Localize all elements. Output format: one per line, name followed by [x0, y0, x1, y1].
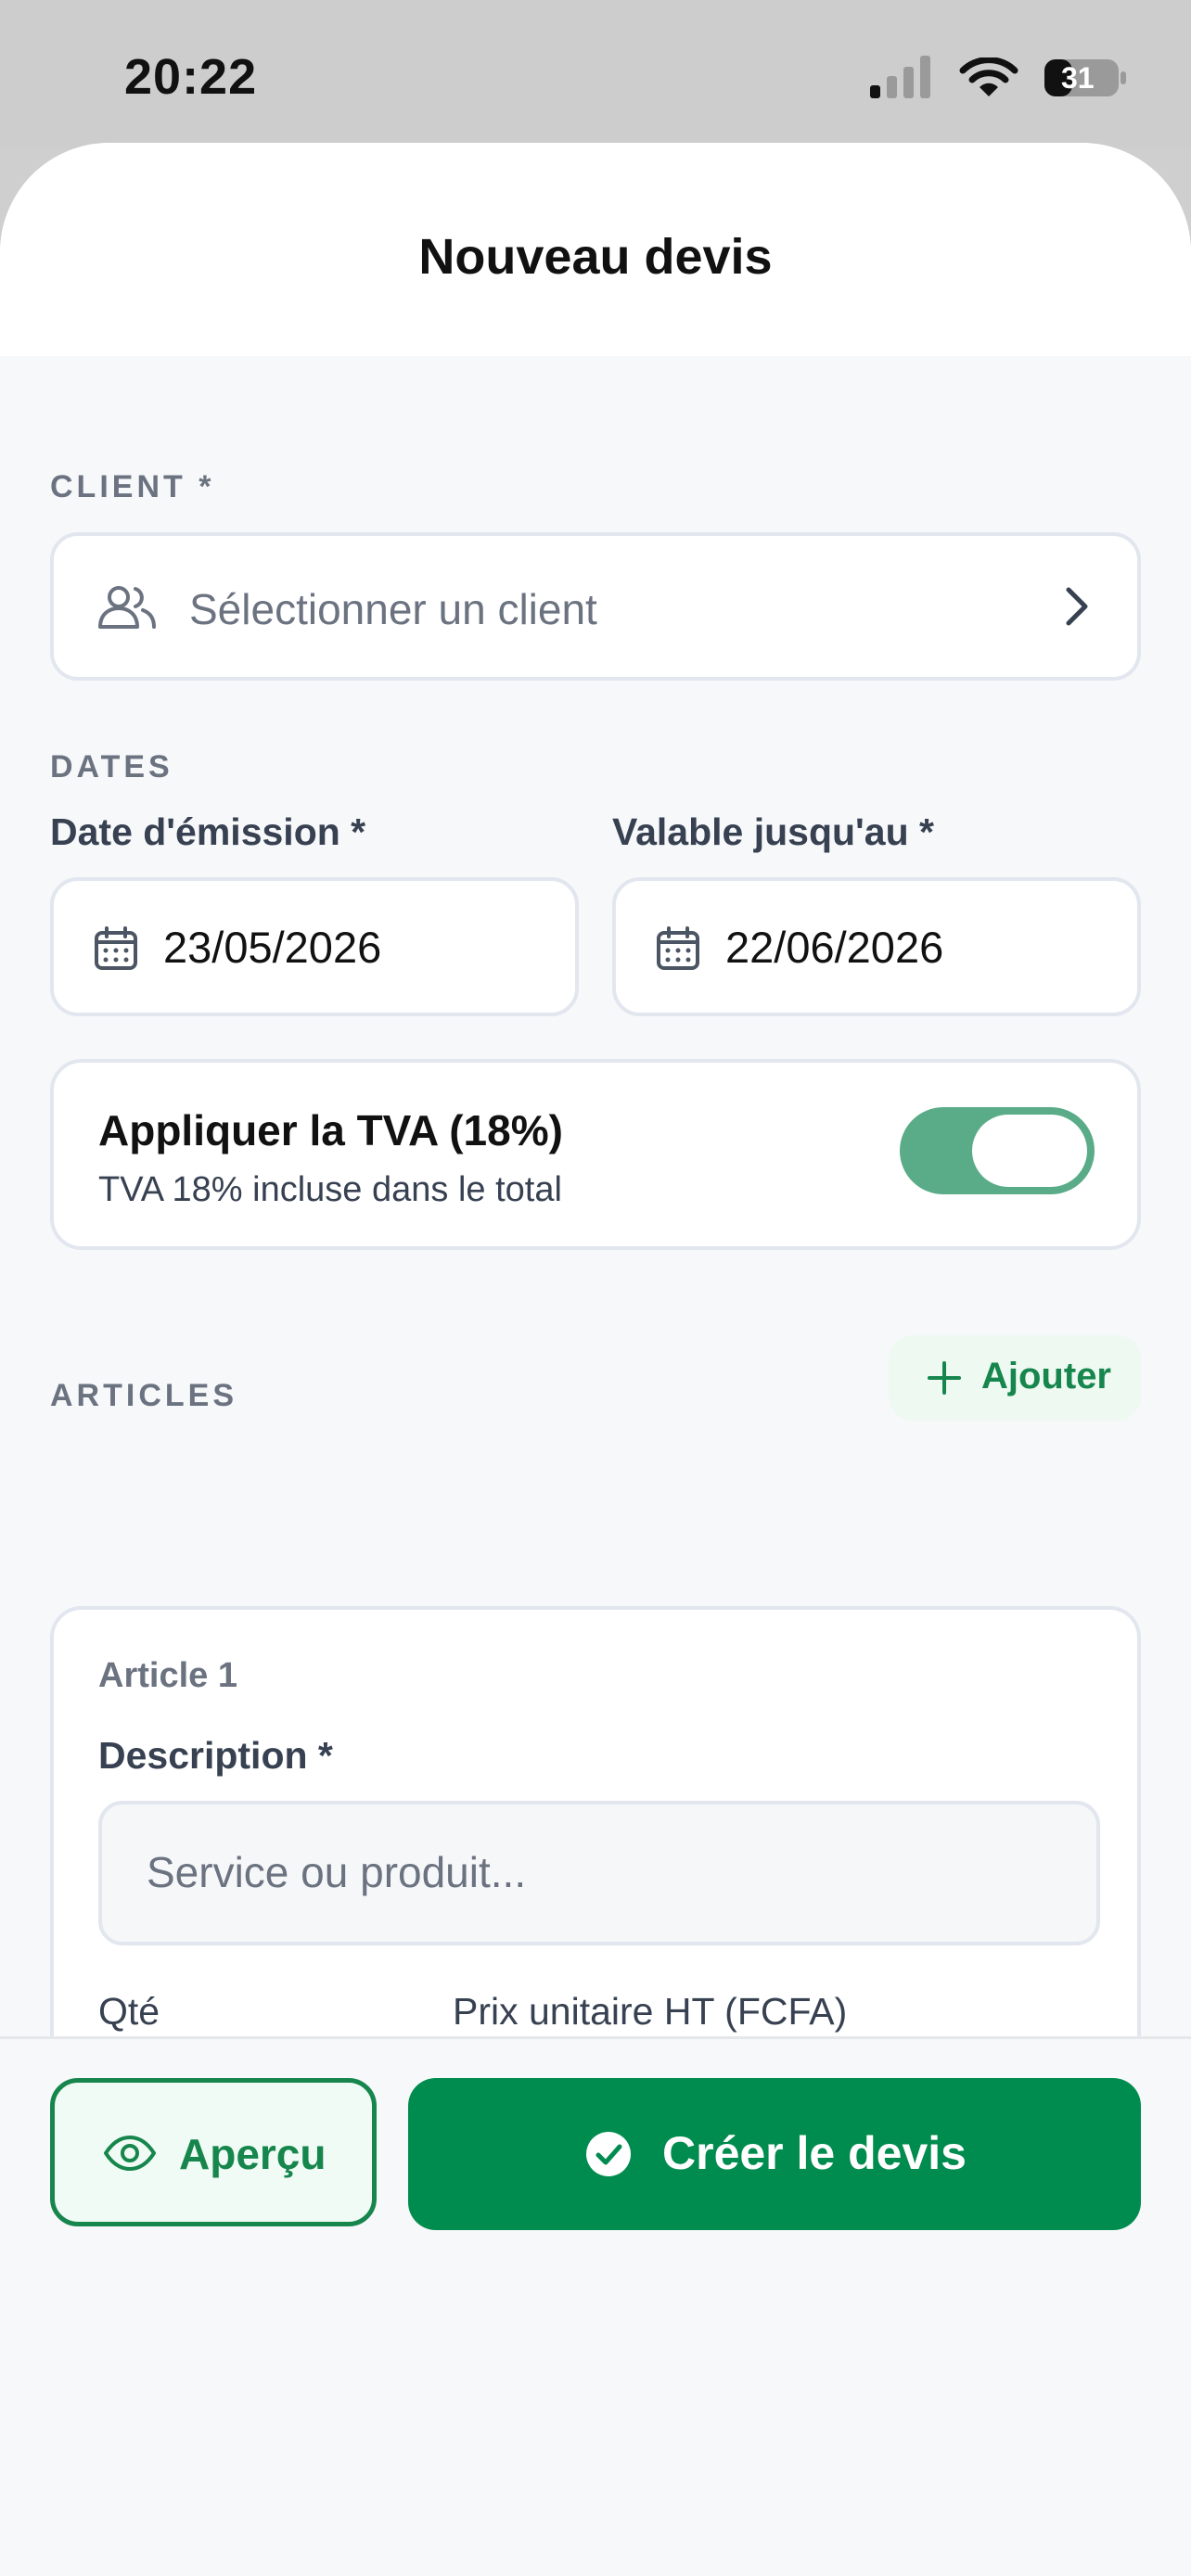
- client-section-label: CLIENT *: [50, 469, 215, 504]
- valid-until-value: 22/06/2026: [725, 923, 944, 972]
- issue-date-field[interactable]: 23/05/2026: [50, 877, 579, 1016]
- page-title: Nouveau devis: [418, 229, 773, 285]
- client-placeholder: Sélectionner un client: [189, 585, 597, 633]
- valid-until-label: Valable jusqu'au *: [612, 810, 934, 853]
- description-input[interactable]: Service ou produit...: [98, 1801, 1100, 1945]
- issue-date-value: 23/05/2026: [163, 923, 382, 972]
- bottom-action-bar: Aperçu Créer le devis: [0, 2036, 1191, 2576]
- status-icons: 31: [870, 56, 1126, 98]
- signal-icon: [870, 56, 930, 98]
- add-article-label: Ajouter: [981, 1356, 1111, 1396]
- unit-price-label: Prix unitaire HT (FCFA): [453, 1990, 848, 2033]
- preview-button[interactable]: Aperçu: [50, 2078, 377, 2226]
- toggle-knob: [972, 1115, 1087, 1187]
- status-bar: 20:22 31: [0, 0, 1191, 148]
- article-title: Article 1: [98, 1656, 237, 1695]
- tva-subtitle: TVA 18% incluse dans le total: [98, 1170, 562, 1209]
- battery-level: 31: [1061, 61, 1095, 95]
- client-select[interactable]: Sélectionner un client: [50, 532, 1141, 681]
- issue-date-label: Date d'émission *: [50, 810, 366, 853]
- check-circle-icon: [586, 2132, 631, 2176]
- tva-title: Appliquer la TVA (18%): [98, 1106, 563, 1154]
- chevron-right-icon: [1066, 587, 1088, 626]
- preview-label: Aperçu: [179, 2130, 327, 2178]
- status-time: 20:22: [124, 49, 258, 105]
- create-quote-label: Créer le devis: [662, 2127, 967, 2179]
- calendar-icon: [657, 926, 699, 970]
- articles-section-label: ARTICLES: [50, 1378, 237, 1413]
- add-article-button[interactable]: Ajouter: [889, 1335, 1141, 1421]
- plus-icon: [928, 1361, 961, 1395]
- battery-icon: 31: [1043, 57, 1128, 98]
- calendar-icon: [95, 926, 137, 970]
- dates-section-label: DATES: [50, 749, 173, 784]
- wifi-icon: [959, 57, 1018, 96]
- users-icon: [98, 586, 156, 629]
- valid-until-field[interactable]: 22/06/2026: [612, 877, 1141, 1016]
- sheet-header: Nouveau devis: [0, 143, 1191, 356]
- create-quote-button[interactable]: Créer le devis: [408, 2078, 1141, 2230]
- description-label: Description *: [98, 1734, 333, 1777]
- tva-toggle[interactable]: [900, 1107, 1095, 1194]
- qty-label: Qté: [98, 1990, 160, 2033]
- tva-card: Appliquer la TVA (18%) TVA 18% incluse d…: [50, 1059, 1141, 1250]
- eye-icon: [104, 2136, 156, 2171]
- description-placeholder: Service ou produit...: [147, 1848, 527, 1896]
